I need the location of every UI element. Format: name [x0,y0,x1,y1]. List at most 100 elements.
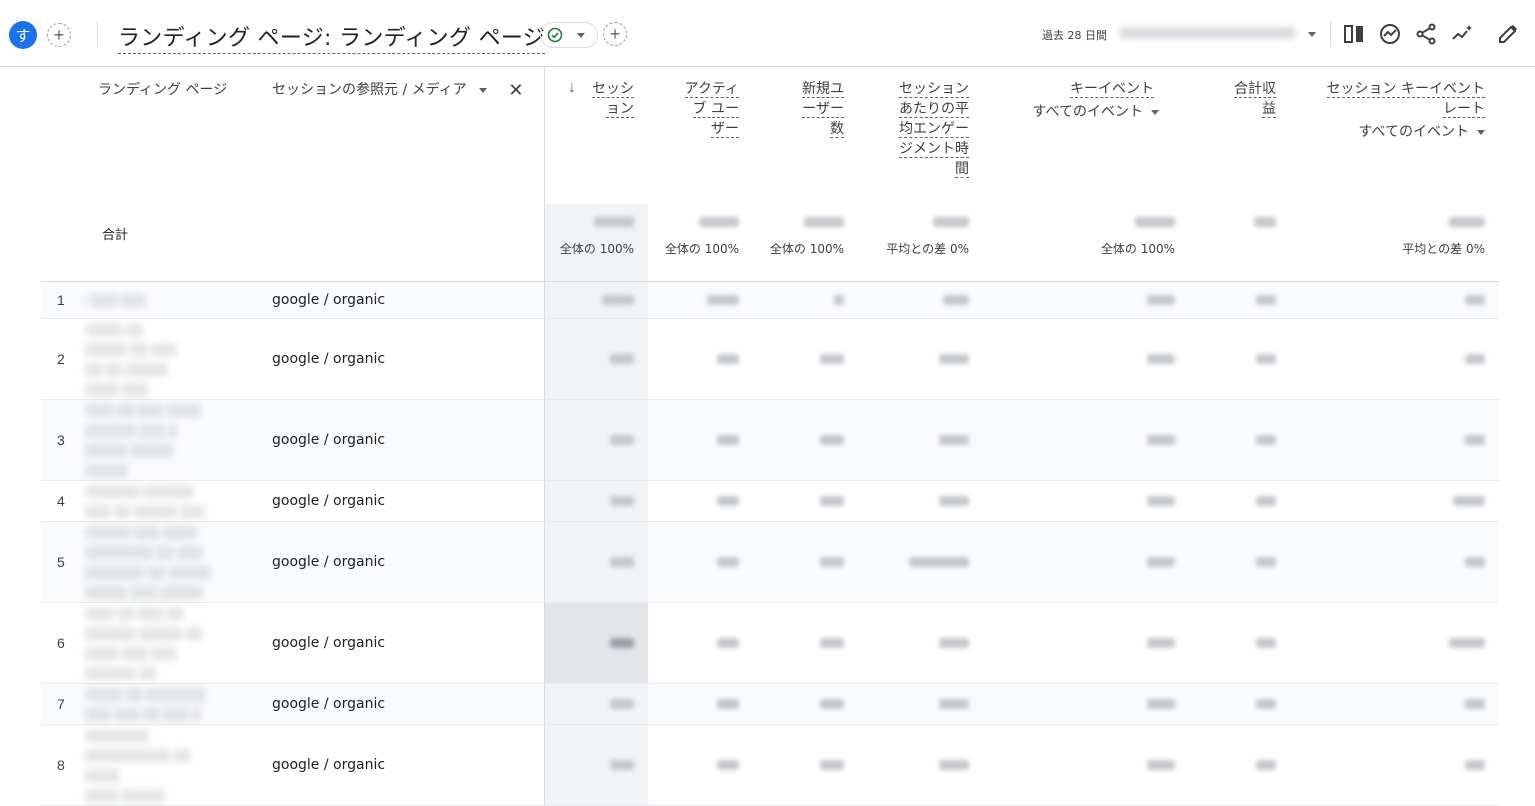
landing-page-cell[interactable]: /▒▒▒ ▒▒ ▒▒▒ ▒▒ ▒▒▒▒▒▒ ▒▒▒▒▒ ▒▒ ▒▒▒▒ ▒▒▒ ▒▒… [85,602,255,684]
landing-page-cell[interactable]: /▒▒▒▒ ▒▒ ▒▒▒▒▒ ▒▒ ▒▒▒ ▒▒ ▒▒ ▒▒▒▒▒ ▒▒▒▒ ▒▒▒ [85,318,255,400]
rate-cell [1290,281,1499,319]
engagement-cell [858,724,983,806]
table-row[interactable]: 1 / ▒▒▒ ▒▒▒ google / organic [41,281,1499,319]
source-medium-cell: google / organic [255,399,544,481]
key-events-cell [983,399,1189,481]
engagement-cell [858,602,983,684]
source-medium-cell: google / organic [255,281,544,319]
engagement-cell [858,399,983,481]
source-medium-header[interactable]: セッションの参照元 / メディア ✕ [255,67,544,204]
row-index: 3 [41,399,85,481]
revenue-cell [1189,281,1290,319]
blurred-value [1254,217,1276,227]
edit-button[interactable] [1496,22,1520,46]
key-events-cell [983,724,1189,806]
active-users-cell [648,399,753,481]
revenue-cell [1189,724,1290,806]
compare-icon [1344,25,1363,43]
engagement-cell [858,683,983,725]
engagement-cell [858,281,983,319]
totals-engagement: 平均との差 0% [858,204,983,282]
rate-events-filter[interactable]: すべてのイベント [1290,121,1485,141]
date-range-label[interactable]: 過去 28 日間 [1042,27,1107,43]
table-row[interactable]: 7 /▒▒▒▒ ▒▒ ▒▒▒▒▒▒▒ ▒▒▒ ▒▒▒ ▒▒ ▒▒▒ ▒ googl… [41,683,1499,725]
active-users-cell [648,683,753,725]
new-users-cell [753,399,858,481]
key-events-filter[interactable]: すべてのイベント [983,101,1159,121]
date-range-value[interactable] [1120,27,1295,39]
revenue-header[interactable]: 合計収 益 [1189,67,1290,204]
add-comparison-button[interactable]: + [47,23,71,47]
divider [1330,22,1331,46]
landing-page-header[interactable]: ランディング ページ [85,67,255,204]
blurred-value [933,217,969,227]
share-button[interactable] [1414,22,1438,46]
chevron-down-icon[interactable] [1308,32,1316,37]
edit-icon [1499,25,1517,43]
landing-page-cell[interactable]: /▒▒▒▒ ▒▒ ▒▒▒▒▒▒▒ ▒▒▒ ▒▒▒ ▒▒ ▒▒▒ ▒ [85,683,255,725]
landing-page-cell[interactable]: /▒▒▒ ▒▒ ▒▒▒ ▒▒▒▒ ▒▒▒▒▒▒ ▒▒▒ ▒ ▒▒▒▒▒ ▒▒▒▒▒ ▒… [85,399,255,481]
source-medium-cell: google / organic [255,318,544,400]
index-cell [41,204,85,282]
totals-empty [255,204,544,282]
insights-button[interactable] [1378,22,1402,46]
check-circle-icon [547,27,563,43]
row-index: 4 [41,480,85,522]
avatar[interactable]: す [9,21,37,49]
engagement-cell [858,521,983,603]
add-tab-button[interactable]: + [603,22,627,46]
landing-page-cell[interactable]: / ▒▒▒ ▒▒▒ [85,281,255,319]
close-icon[interactable]: ✕ [508,80,523,101]
landing-page-cell[interactable]: /▒▒▒▒▒▒▒ ▒▒▒▒▒▒▒▒▒▒ ▒▒ ▒▒▒▒ ▒▒▒▒ ▒▒▒▒▒ [85,724,255,806]
key-events-cell [983,318,1189,400]
table-row[interactable]: 8 /▒▒▒▒▒▒▒ ▒▒▒▒▒▒▒▒▒▒ ▒▒ ▒▒▒▒ ▒▒▒▒ ▒▒▒▒▒ g… [41,724,1499,806]
page-title[interactable]: ランディング ページ: ランディング ページ [118,20,546,54]
totals-sessions: 全体の 100% [543,204,648,282]
landing-page-cell[interactable]: /▒▒▒▒▒ ▒▒▒ ▒▒▒▒ ▒▒▒▒▒▒▒▒ ▒▒ ▒▒▒ ▒▒▒▒▒▒▒ ▒▒… [85,521,255,603]
sparkline-icon [1452,25,1472,40]
engagement-time-header[interactable]: セッション あたりの平 均エンゲー ジメント時 間 [858,67,983,204]
anomaly-button[interactable] [1450,22,1474,46]
key-event-rate-header[interactable]: セッション キーイベント レート すべてのイベント [1290,67,1499,204]
totals-key-event-rate: 平均との差 0% [1290,204,1499,282]
active-users-cell [648,480,753,522]
source-medium-cell: google / organic [255,480,544,522]
row-index: 8 [41,724,85,806]
revenue-cell [1189,399,1290,481]
new-users-header[interactable]: 新規ユ ーザー 数 [753,67,858,204]
report-toolbar: す + ランディング ページ: ランディング ページ + 過去 28 日間 [0,0,1535,67]
sessions-cell [543,724,648,806]
row-index: 2 [41,318,85,400]
chevron-down-icon[interactable] [478,87,487,93]
new-users-cell [753,480,858,522]
engagement-cell [858,480,983,522]
compare-button[interactable] [1342,22,1366,46]
table-row[interactable]: 4 /▒▒▒▒▒▒ ▒▒▒▒▒▒ ▒▒▒ ▒▒ ▒▒▒▒▒ ▒▒▒ google … [41,480,1499,522]
new-users-cell [753,724,858,806]
active-users-cell [648,281,753,319]
plus-icon: + [609,24,621,44]
rate-cell [1290,602,1499,684]
chevron-down-icon [1477,129,1485,135]
key-events-cell [983,602,1189,684]
chevron-down-icon [1151,109,1159,115]
sessions-header[interactable]: ↓ セッシ ョン [543,67,648,204]
table-row[interactable]: 5 /▒▒▒▒▒ ▒▒▒ ▒▒▒▒ ▒▒▒▒▒▒▒▒ ▒▒ ▒▒▒ ▒▒▒▒▒▒▒ … [41,521,1499,603]
sessions-cell [543,683,648,725]
active-users-header[interactable]: アクティ ブ ユー ザー [648,67,753,204]
landing-page-cell[interactable]: /▒▒▒▒▒▒ ▒▒▒▒▒▒ ▒▒▒ ▒▒ ▒▒▒▒▒ ▒▒▒ [85,480,255,522]
rate-cell [1290,521,1499,603]
key-events-cell [983,281,1189,319]
table-row[interactable]: 6 /▒▒▒ ▒▒ ▒▒▒ ▒▒ ▒▒▒▒▒▒ ▒▒▒▒▒ ▒▒ ▒▒▒▒ ▒▒▒ … [41,602,1499,684]
sessions-cell [543,521,648,603]
totals-new-users: 全体の 100% [753,204,858,282]
new-users-cell [753,318,858,400]
revenue-cell [1189,521,1290,603]
status-dropdown[interactable] [540,22,598,48]
totals-label: 合計 [85,204,255,282]
active-users-cell [648,318,753,400]
table-row[interactable]: 2 /▒▒▒▒ ▒▒ ▒▒▒▒▒ ▒▒ ▒▒▒ ▒▒ ▒▒ ▒▒▒▒▒ ▒▒▒▒ ▒▒… [41,318,1499,400]
rate-cell [1290,318,1499,400]
table-row[interactable]: 3 /▒▒▒ ▒▒ ▒▒▒ ▒▒▒▒ ▒▒▒▒▒▒ ▒▒▒ ▒ ▒▒▒▒▒ ▒▒▒▒… [41,399,1499,481]
key-events-header[interactable]: キーイベント すべてのイベント [983,67,1189,204]
